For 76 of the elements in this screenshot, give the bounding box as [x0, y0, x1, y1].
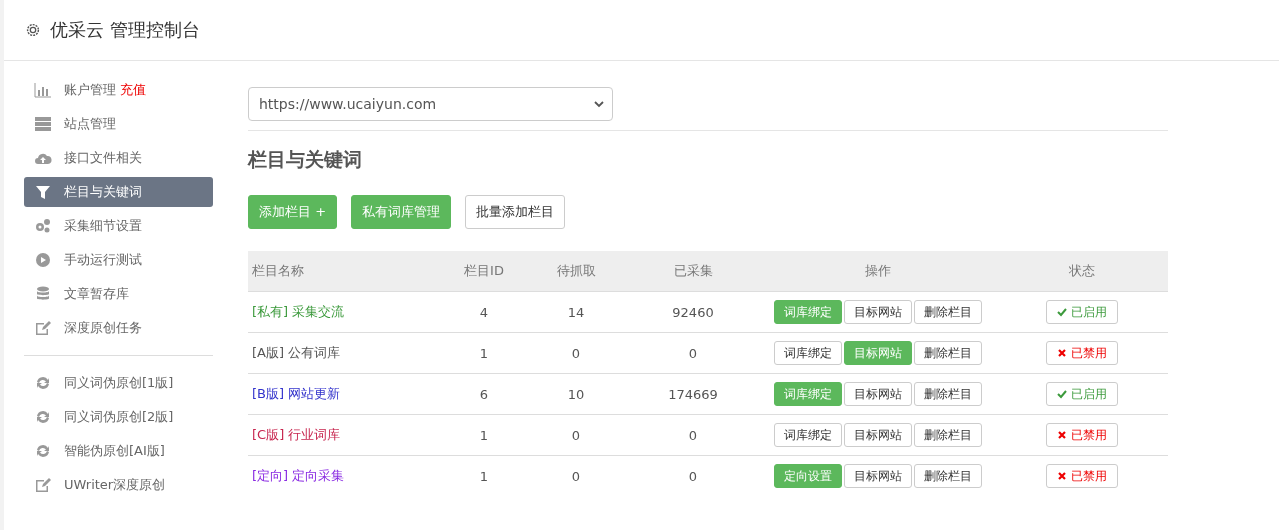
- check-icon: [1057, 307, 1067, 317]
- table-cell: 0: [525, 414, 627, 456]
- action-button[interactable]: 目标网站: [843, 464, 912, 488]
- table-cell: 92460: [627, 291, 759, 333]
- table-cell: 0: [627, 455, 759, 496]
- column-header: 栏目ID: [443, 251, 525, 292]
- action-button[interactable]: 词库绑定: [773, 341, 842, 365]
- table-cell: [C版] 行业词库: [248, 414, 443, 456]
- column-header: 操作: [759, 251, 996, 292]
- column-header: 待抓取: [525, 251, 627, 292]
- table-cell: 1: [443, 455, 525, 496]
- status-button[interactable]: 已禁用: [1046, 464, 1118, 488]
- check-icon: [1057, 389, 1067, 399]
- table-cell: 4: [443, 291, 525, 333]
- sidebar-item[interactable]: 接口文件相关: [24, 143, 213, 173]
- sidebar-item[interactable]: 同义词伪原创[1版]: [24, 368, 213, 398]
- status-button[interactable]: 已禁用: [1046, 423, 1118, 447]
- action-button[interactable]: 目标网站: [843, 382, 912, 406]
- sidebar-item[interactable]: 手动运行测试: [24, 245, 213, 275]
- sidebar-item[interactable]: 深度原创任务: [24, 313, 213, 343]
- toolbar-button[interactable]: 批量添加栏目: [465, 195, 566, 229]
- filter-icon: [34, 184, 52, 200]
- play-icon: [34, 252, 52, 268]
- sidebar-item[interactable]: 栏目与关键词: [24, 177, 213, 207]
- edit-icon: [34, 320, 52, 336]
- table-cell: 1: [443, 332, 525, 374]
- action-button[interactable]: 删除栏目: [913, 423, 982, 447]
- close-icon: [1057, 471, 1067, 481]
- action-button[interactable]: 目标网站: [843, 423, 912, 447]
- refresh-icon: [34, 375, 52, 391]
- refresh-icon: [34, 443, 52, 459]
- action-button[interactable]: 删除栏目: [913, 464, 982, 488]
- close-icon: [1057, 348, 1067, 358]
- action-button[interactable]: 删除栏目: [913, 300, 982, 324]
- database-icon: [34, 286, 52, 302]
- caret-icon: [594, 100, 604, 108]
- table-cell: 1: [443, 414, 525, 456]
- settings-icon: [24, 21, 42, 39]
- close-icon: [1057, 430, 1067, 440]
- site-select[interactable]: https://www.ucaiyun.com: [248, 87, 613, 121]
- table-cell: 0: [627, 414, 759, 456]
- server-icon: [34, 116, 52, 132]
- app-title: 优采云 管理控制台: [50, 18, 200, 42]
- action-button[interactable]: 词库绑定: [773, 423, 842, 447]
- column-header: 栏目名称: [248, 251, 443, 292]
- table-cell: 14: [525, 291, 627, 333]
- sidebar-item[interactable]: 采集细节设置: [24, 211, 213, 241]
- table-cell: 0: [627, 332, 759, 374]
- recharge-link[interactable]: 充值: [120, 81, 146, 99]
- status-button[interactable]: 已启用: [1046, 382, 1118, 406]
- action-button[interactable]: 目标网站: [843, 300, 912, 324]
- sidebar-item[interactable]: 智能伪原创[AI版]: [24, 436, 213, 466]
- refresh-icon: [34, 409, 52, 425]
- sidebar-item[interactable]: 文章暂存库: [24, 279, 213, 309]
- status-button[interactable]: 已启用: [1046, 300, 1118, 324]
- table-cell: [定向] 定向采集: [248, 455, 443, 496]
- table-cell: 0: [525, 455, 627, 496]
- table-cell: 6: [443, 373, 525, 415]
- action-button[interactable]: 删除栏目: [913, 341, 982, 365]
- sidebar-item[interactable]: 同义词伪原创[2版]: [24, 402, 213, 432]
- table-cell: 0: [525, 332, 627, 374]
- column-header: 已采集: [627, 251, 759, 292]
- table-cell: 10: [525, 373, 627, 415]
- action-button[interactable]: 删除栏目: [913, 382, 982, 406]
- column-header: 状态: [996, 251, 1168, 292]
- sidebar-item[interactable]: 账户管理 充值: [24, 75, 213, 105]
- table-cell: [私有] 采集交流: [248, 291, 443, 333]
- table-cell: [A版] 公有词库: [248, 332, 443, 374]
- bar-chart-icon: [34, 82, 52, 98]
- table-cell: [B版] 网站更新: [248, 373, 443, 415]
- table-cell: 174669: [627, 373, 759, 415]
- sidebar-item[interactable]: UWriter深度原创: [24, 470, 213, 500]
- status-button[interactable]: 已禁用: [1046, 341, 1118, 365]
- sidebar-item[interactable]: 站点管理: [24, 109, 213, 139]
- section-title: 栏目与关键词: [248, 147, 363, 172]
- edit-icon: [34, 477, 52, 493]
